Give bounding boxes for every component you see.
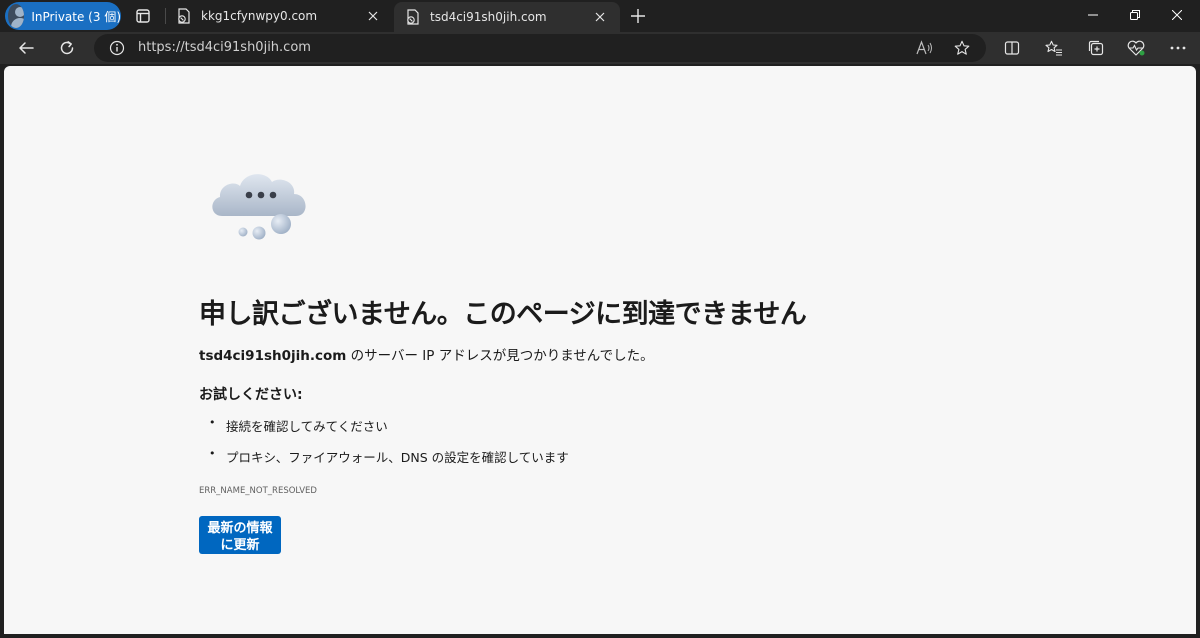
tab-title: tsd4ci91sh0jih.com [430, 10, 547, 24]
favorites-list-icon [1045, 40, 1062, 56]
restore-button[interactable] [1112, 0, 1158, 30]
suggestion-list: • 接続を確認してみてください • プロキシ、ファイアウォール、DNS の設定を確認… [199, 416, 569, 478]
avatar [8, 4, 25, 28]
suggestion-text: プロキシ、ファイアウォール、DNS の設定を確認しています [226, 450, 569, 465]
suggestion-text: 接続を確認してみてください [226, 419, 388, 434]
read-aloud-icon[interactable] [914, 37, 936, 59]
tab-kkg1cfynwpy0[interactable]: kkg1cfynwpy0.com [165, 0, 393, 32]
close-icon[interactable] [363, 6, 383, 26]
toolbar: https://tsd4ci91sh0jih.com [0, 32, 1200, 64]
settings-more-button[interactable] [1164, 34, 1192, 62]
tab-title: kkg1cfynwpy0.com [201, 9, 318, 23]
error-host: tsd4ci91sh0jih.com [199, 348, 347, 364]
error-detail-text: のサーバー IP アドレスが見つかりませんでした。 [346, 348, 654, 364]
favorites-button[interactable] [1040, 34, 1068, 62]
inprivate-profile-button[interactable]: InPrivate (3 個) [5, 2, 121, 30]
page-error-favicon [175, 7, 193, 25]
back-button[interactable] [12, 34, 40, 62]
more-icon [1170, 46, 1186, 50]
cloud-thinking-icon [212, 174, 306, 240]
refresh-button[interactable] [53, 34, 81, 62]
tab-tsd4ci91sh0jih-active[interactable]: tsd4ci91sh0jih.com [394, 2, 620, 32]
star-icon[interactable] [951, 37, 973, 59]
tab-actions-icon [136, 9, 150, 23]
error-heading: 申し訳ございません。このページに到達できません [199, 299, 807, 330]
collections-button[interactable] [1082, 34, 1110, 62]
new-tab-button[interactable] [626, 4, 650, 28]
performance-button[interactable] [1122, 34, 1150, 62]
tab-strip: InPrivate (3 個) kkg1cfynwpy0.com tsd4ci9… [0, 0, 1200, 32]
minimize-icon [1088, 14, 1098, 16]
page-error-favicon [404, 8, 422, 26]
window-close-button[interactable] [1154, 0, 1200, 30]
back-arrow-icon [19, 42, 34, 54]
tab-actions-button[interactable] [130, 4, 156, 28]
list-item: • プロキシ、ファイアウォール、DNS の設定を確認しています [209, 447, 569, 465]
error-code: ERR_NAME_NOT_RESOLVED [199, 486, 317, 496]
address-bar[interactable]: https://tsd4ci91sh0jih.com [94, 34, 986, 62]
minimize-button[interactable] [1070, 0, 1116, 30]
refresh-icon [60, 41, 74, 55]
collections-icon [1088, 40, 1104, 56]
list-item: • 接続を確認してみてください [209, 416, 388, 434]
url-text[interactable]: https://tsd4ci91sh0jih.com [138, 40, 311, 55]
page-viewport: 申し訳ございません。このページに到達できません tsd4ci91sh0jih.c… [4, 66, 1196, 634]
refresh-button-label-line2: に更新 [220, 536, 260, 552]
close-icon[interactable] [590, 7, 610, 27]
split-screen-icon [1004, 41, 1020, 55]
close-icon [1172, 10, 1182, 20]
heart-pulse-icon [1127, 40, 1145, 56]
plus-icon [631, 9, 645, 23]
info-icon[interactable] [108, 39, 126, 57]
tab-separator [165, 8, 166, 24]
split-screen-button[interactable] [998, 34, 1026, 62]
error-detail: tsd4ci91sh0jih.com のサーバー IP アドレスが見つかりません… [199, 344, 654, 364]
refresh-page-button[interactable]: 最新の情報 に更新 [199, 516, 281, 554]
restore-icon [1130, 10, 1140, 20]
refresh-button-label-line1: 最新の情報 [207, 519, 273, 535]
try-heading: お試しください: [199, 387, 303, 403]
profile-label: InPrivate (3 個) [31, 9, 121, 24]
